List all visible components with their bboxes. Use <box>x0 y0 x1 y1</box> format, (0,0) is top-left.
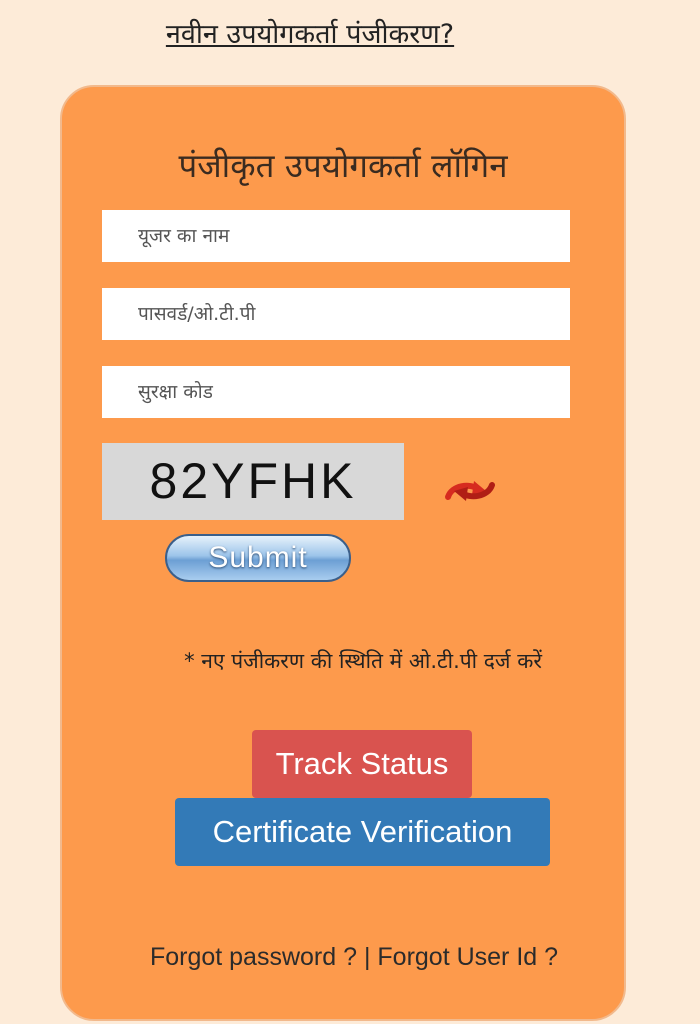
new-user-registration-link[interactable]: नवीन उपयोगकर्ता पंजीकरण? <box>0 14 620 51</box>
login-title: पंजीकृत उपयोगकर्ता लॉगिन <box>178 146 508 185</box>
forgot-user-id-link[interactable]: Forgot User Id ? <box>377 943 558 971</box>
link-separator: | <box>357 943 378 971</box>
refresh-arrows-icon[interactable] <box>440 475 500 505</box>
track-status-button[interactable]: Track Status <box>252 730 472 798</box>
certificate-verification-button[interactable]: Certificate Verification <box>175 798 550 866</box>
security-code-input[interactable] <box>102 366 570 418</box>
login-panel: पंजीकृत उपयोगकर्ता लॉगिन 82YFHK Submit *… <box>60 85 626 1021</box>
forgot-password-link[interactable]: Forgot password ? <box>150 943 357 971</box>
forgot-links-row: Forgot password ? | Forgot User Id ? <box>62 943 624 972</box>
username-input[interactable] <box>102 210 570 262</box>
submit-button[interactable]: Submit <box>165 534 351 582</box>
password-otp-input[interactable] <box>102 288 570 340</box>
otp-note: * नए पंजीकरण की स्थिति में ओ.टी.पी दर्ज … <box>184 649 542 673</box>
captcha-image: 82YFHK <box>102 443 404 520</box>
